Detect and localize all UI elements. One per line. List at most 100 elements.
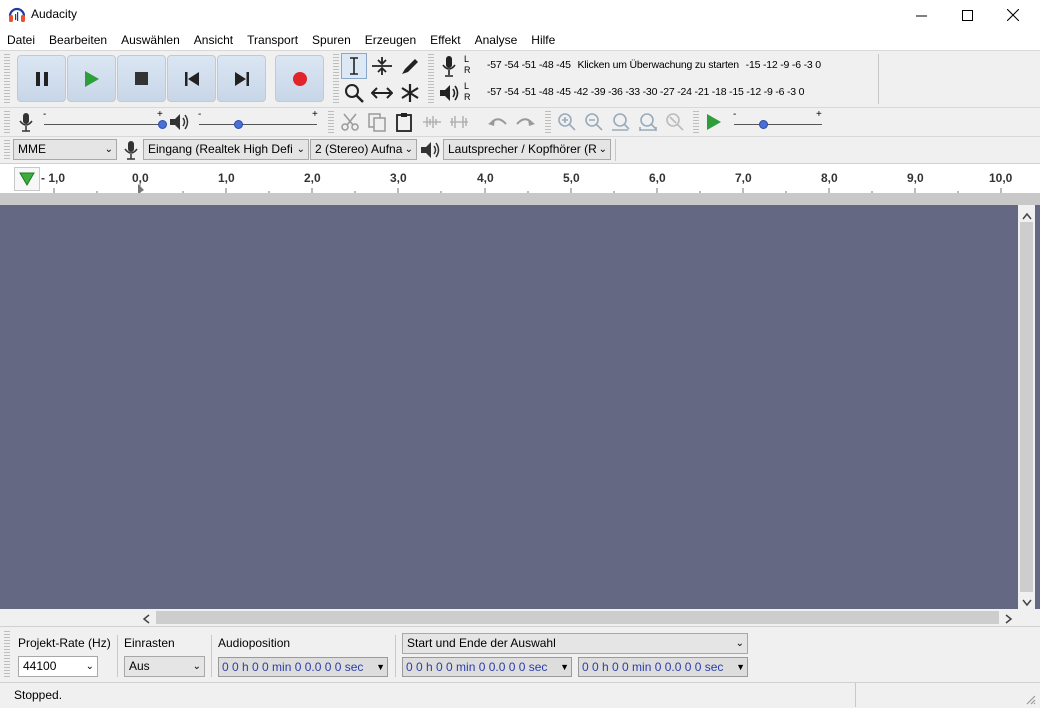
chevron-down-icon: ⌄	[735, 638, 744, 649]
horizontal-scrollbar[interactable]	[138, 609, 1018, 626]
play-speed-thumb[interactable]	[759, 120, 768, 129]
menu-bearbeiten[interactable]: Bearbeiten	[42, 30, 114, 50]
scroll-down-icon[interactable]	[1022, 596, 1032, 610]
selection-end-time[interactable]: 0 0 h 0 0 min 0 0.0 0 0 sec ▼	[578, 657, 748, 677]
scroll-up-icon[interactable]	[1022, 209, 1032, 223]
play-button[interactable]	[67, 55, 116, 102]
pause-button[interactable]	[17, 55, 66, 102]
toolbar-grip[interactable]	[4, 631, 10, 679]
time-shift-tool-icon[interactable]	[369, 80, 395, 106]
playback-volume-slider[interactable]	[199, 124, 317, 125]
menu-erzeugen[interactable]: Erzeugen	[358, 30, 423, 50]
record-meter-scale[interactable]: -57 -54 -51 -48 -45 Klicken um Überwachu…	[487, 59, 821, 71]
playback-meter-scale[interactable]: -57 -54 -51 -48 -45 -42 -39 -36 -33 -30 …	[487, 86, 804, 98]
menu-transport[interactable]: Transport	[240, 30, 305, 50]
menu-datei[interactable]: Datei	[0, 30, 42, 50]
record-meter-mic-icon[interactable]	[436, 53, 462, 79]
cut-icon[interactable]	[337, 109, 363, 135]
envelope-tool-icon[interactable]	[369, 53, 395, 79]
chevron-down-icon: ⌄	[598, 144, 607, 155]
time-format-dropdown-icon[interactable]: ▼	[376, 658, 385, 676]
toolbar-grip[interactable]	[693, 111, 699, 133]
chevron-down-icon: ⌄	[104, 144, 113, 155]
menu-auswaehlen[interactable]: Auswählen	[114, 30, 187, 50]
maximize-button[interactable]	[944, 0, 990, 30]
status-panel: Stopped.	[10, 683, 856, 707]
vertical-scrollbar[interactable]	[1018, 205, 1035, 609]
menu-spuren[interactable]: Spuren	[305, 30, 358, 50]
redo-icon[interactable]	[512, 109, 538, 135]
play-speed-slider[interactable]	[734, 124, 822, 125]
resize-grip-icon[interactable]	[1024, 693, 1036, 708]
horizontal-scroll-thumb[interactable]	[156, 611, 999, 624]
record-meter-ticks: -57 -54 -51 -48 -45	[487, 59, 571, 71]
audacity-logo-icon	[8, 6, 26, 24]
fit-project-icon[interactable]	[635, 109, 661, 135]
slider-minus-label: -	[733, 109, 737, 120]
toolbar-grip[interactable]	[428, 54, 434, 104]
close-button[interactable]	[990, 0, 1036, 30]
snap-value: Aus	[129, 659, 150, 673]
menu-hilfe[interactable]: Hilfe	[524, 30, 562, 50]
paste-icon[interactable]	[391, 109, 417, 135]
zoom-in-icon[interactable]	[554, 109, 580, 135]
selection-start-time[interactable]: 0 0 h 0 0 min 0 0.0 0 0 sec ▼	[402, 657, 572, 677]
toolbar-grip[interactable]	[4, 54, 10, 104]
toolbar-grip[interactable]	[545, 111, 551, 133]
input-device-select[interactable]: Eingang (Realtek High Defi ⌄	[143, 139, 309, 160]
toolbar-grip[interactable]	[4, 140, 10, 161]
trim-audio-icon[interactable]	[419, 109, 445, 135]
slider-minus-label: -	[43, 109, 47, 120]
status-bar: Stopped.	[0, 682, 1040, 708]
record-meter-ticks-end: -15 -12 -9 -6 -3 0	[745, 59, 821, 71]
audio-position-time[interactable]: 0 0 h 0 0 min 0 0.0 0 0 sec ▼	[218, 657, 388, 677]
track-panel[interactable]	[0, 193, 1040, 609]
multi-tool-icon[interactable]	[397, 80, 423, 106]
zoom-tool-icon[interactable]	[341, 80, 367, 106]
scroll-left-icon[interactable]	[142, 613, 150, 627]
menu-analyse[interactable]: Analyse	[468, 30, 525, 50]
selection-mode-select[interactable]: Start und Ende der Auswahl ⌄	[402, 633, 748, 654]
silence-audio-icon[interactable]	[446, 109, 472, 135]
input-channels-select[interactable]: 2 (Stereo) Aufna ⌄	[310, 139, 417, 160]
project-rate-select[interactable]: 44100 ⌄	[18, 656, 98, 677]
output-device-select[interactable]: Lautsprecher / Kopfhörer (R ⌄	[443, 139, 611, 160]
draw-tool-icon[interactable]	[397, 53, 423, 79]
toolbar-divider	[615, 139, 616, 161]
fit-selection-icon[interactable]	[608, 109, 634, 135]
timeline-ruler[interactable]: - 1,0 0,0 1,0 2,0 3,0 4,0 5,0 6,0 7,0 8,…	[0, 163, 1040, 194]
zoom-toggle-icon[interactable]	[662, 109, 688, 135]
playback-meter-speaker-icon[interactable]	[436, 80, 462, 106]
skip-to-start-button[interactable]	[167, 55, 216, 102]
toolbar-grip[interactable]	[328, 111, 334, 133]
snap-select[interactable]: Aus ⌄	[124, 656, 205, 677]
status-text: Stopped.	[14, 688, 63, 702]
meter-divider	[878, 54, 879, 104]
slider-plus-label: +	[157, 109, 163, 120]
audio-host-select[interactable]: MME ⌄	[13, 139, 117, 160]
toolbar-grip[interactable]	[4, 111, 10, 133]
input-device-mic-icon	[118, 137, 144, 163]
record-button[interactable]	[275, 55, 324, 102]
vertical-scroll-thumb[interactable]	[1020, 222, 1033, 592]
time-format-dropdown-icon[interactable]: ▼	[736, 658, 745, 676]
copy-icon[interactable]	[364, 109, 390, 135]
play-at-speed-icon[interactable]	[701, 109, 727, 135]
stop-button[interactable]	[117, 55, 166, 102]
undo-icon[interactable]	[485, 109, 511, 135]
zoom-out-icon[interactable]	[581, 109, 607, 135]
recording-volume-slider[interactable]	[44, 124, 162, 125]
input-device-value: Eingang (Realtek High Defi	[148, 142, 293, 156]
playback-volume-thumb[interactable]	[234, 120, 243, 129]
toolbar-grip[interactable]	[333, 54, 339, 104]
selection-end-value: 0 0 h 0 0 min 0 0.0 0 0 sec	[582, 660, 724, 674]
time-format-dropdown-icon[interactable]: ▼	[560, 658, 569, 676]
menu-effekt[interactable]: Effekt	[423, 30, 467, 50]
playback-meter-channels: L R	[464, 81, 471, 103]
menu-ansicht[interactable]: Ansicht	[187, 30, 240, 50]
scroll-right-icon[interactable]	[1005, 613, 1013, 627]
snap-label: Einrasten	[124, 636, 175, 650]
minimize-button[interactable]	[898, 0, 944, 30]
skip-to-end-button[interactable]	[217, 55, 266, 102]
selection-tool-icon[interactable]	[341, 53, 367, 79]
